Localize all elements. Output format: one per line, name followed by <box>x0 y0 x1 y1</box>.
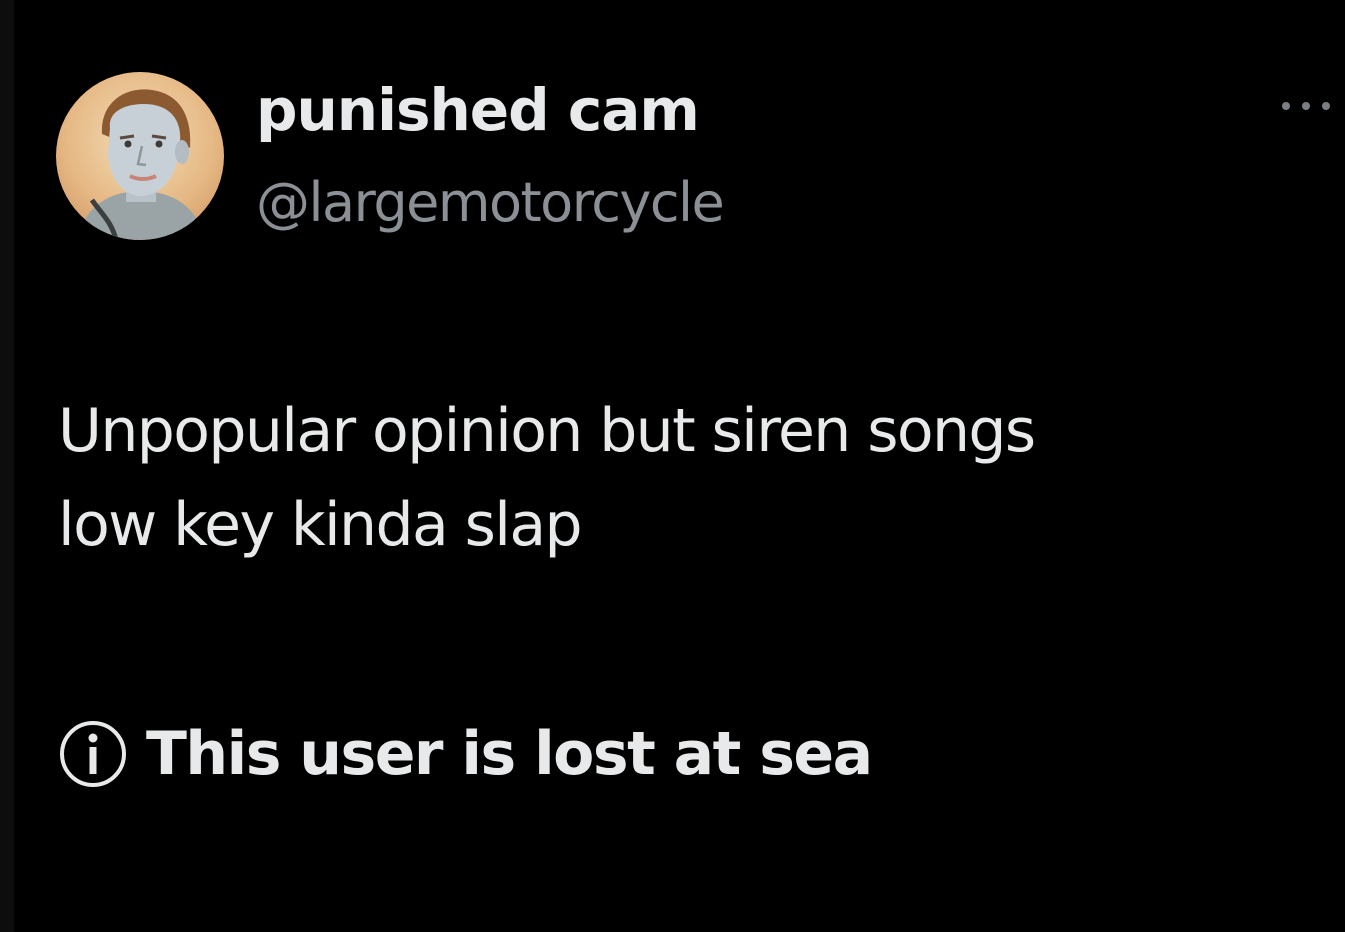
author-display-name[interactable]: punished cam <box>256 74 700 146</box>
more-dot <box>1282 102 1290 110</box>
info-icon <box>60 721 126 787</box>
author-handle[interactable]: @largemotorcycle <box>256 168 725 238</box>
notice-text: This user is lost at sea <box>146 719 873 789</box>
more-dot <box>1302 102 1310 110</box>
tweet-text: Unpopular opinion but siren songs low ke… <box>58 384 1328 572</box>
more-options-icon[interactable] <box>1282 98 1330 114</box>
avatar-portrait-icon <box>76 89 206 240</box>
tweet-text-line: Unpopular opinion but siren songs <box>58 396 1036 466</box>
avatar[interactable] <box>56 72 224 240</box>
more-dot <box>1322 102 1330 110</box>
tweet-text-line: low key kinda slap <box>58 490 583 560</box>
account-notice: This user is lost at sea <box>58 716 873 792</box>
tweet-card: punished cam @largemotorcycle Unpopular … <box>0 0 1345 932</box>
